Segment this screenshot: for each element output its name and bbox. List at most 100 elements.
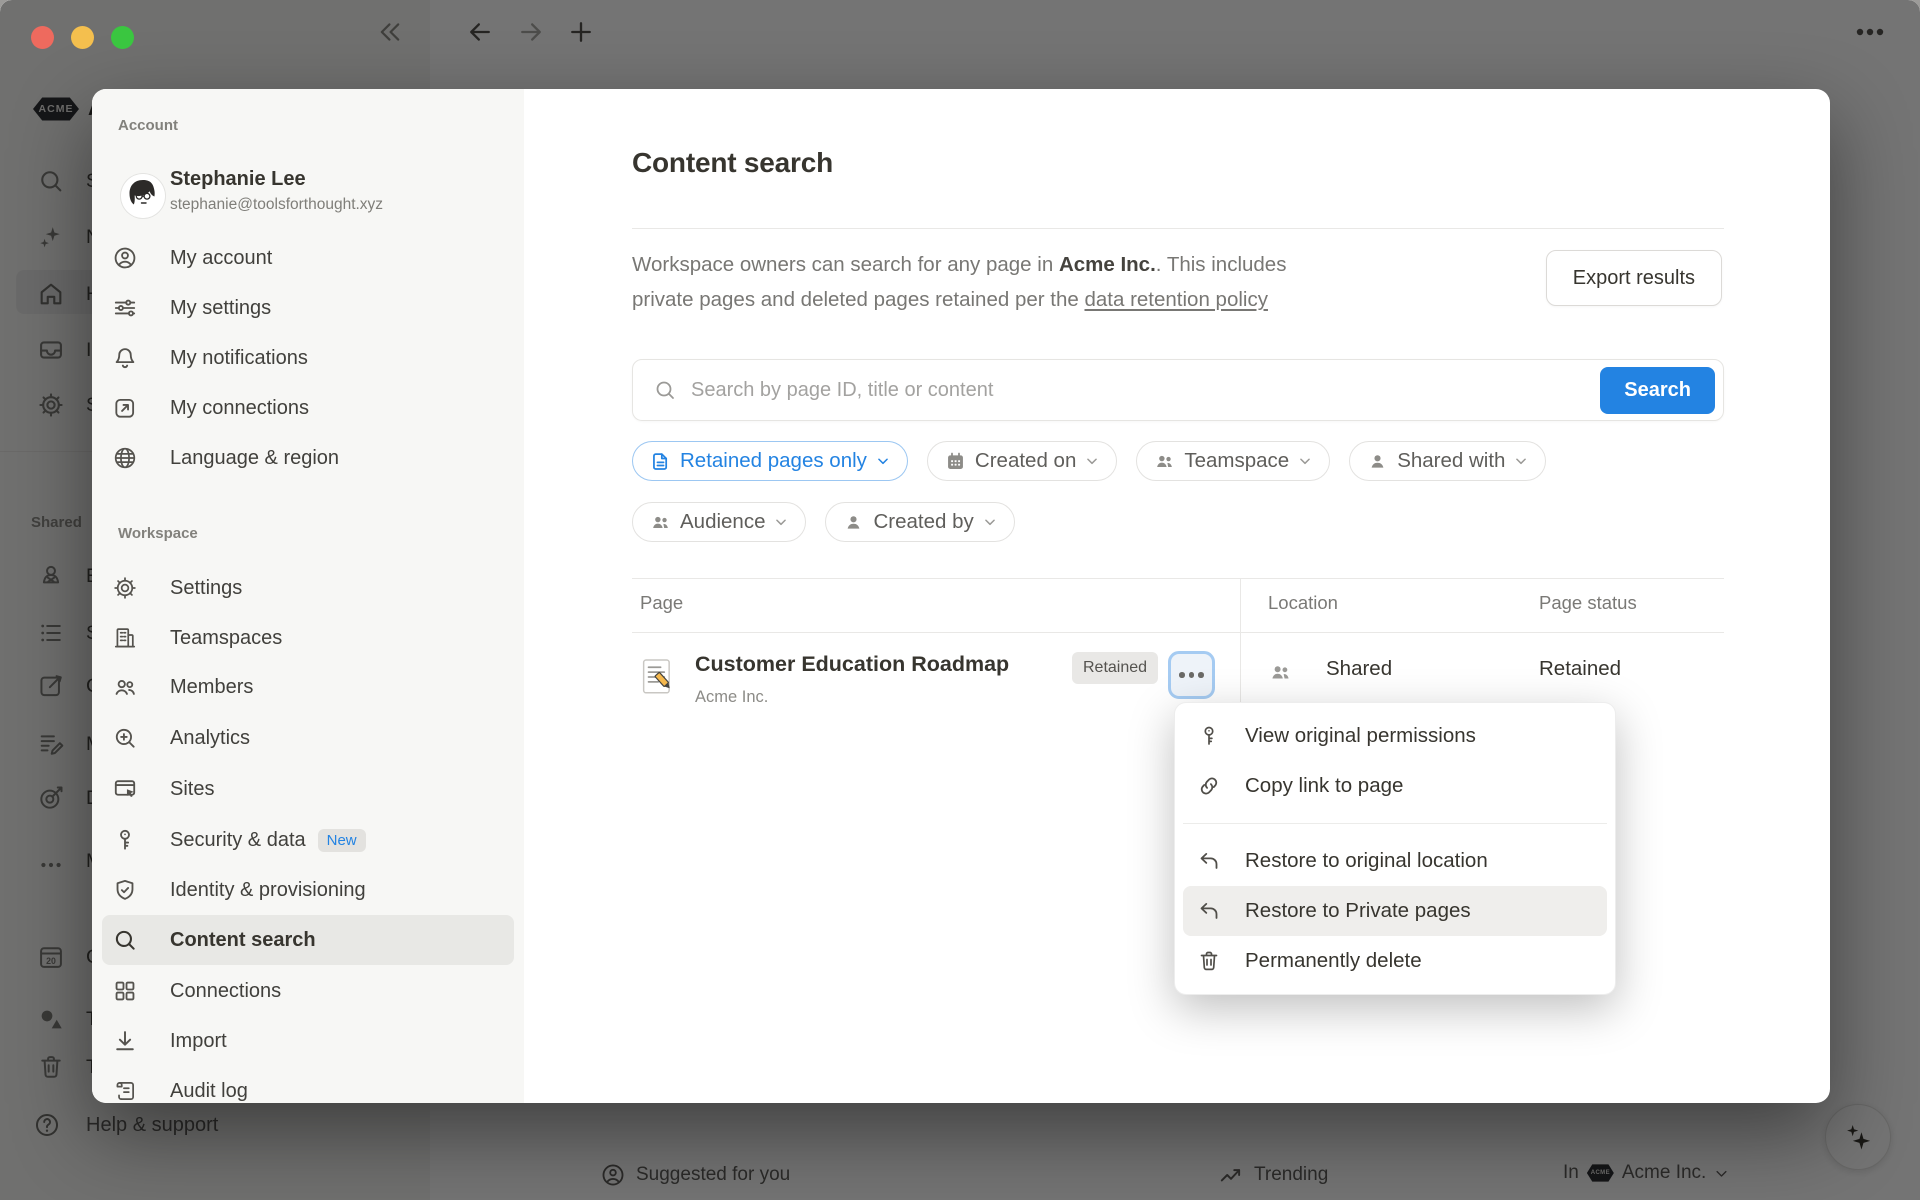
browser-cursor-icon [112, 776, 138, 802]
sidebar-item-label: Audit log [170, 1080, 248, 1103]
data-retention-policy-link[interactable]: data retention policy [1084, 288, 1267, 311]
sidebar-item-identity-provisioning[interactable]: Identity & provisioning [102, 865, 514, 915]
menu-divider [1183, 823, 1607, 824]
filter-label: Retained pages only [680, 449, 867, 473]
sidebar-item-my-connections[interactable]: My connections [102, 383, 514, 433]
sidebar-item-label: Settings [170, 577, 242, 600]
minimize-button[interactable] [71, 26, 94, 49]
sidebar-item-teamspaces[interactable]: Teamspaces [102, 613, 514, 663]
memo-page-icon [640, 658, 674, 696]
chevron-down-icon [1085, 454, 1099, 468]
search-icon [653, 378, 677, 402]
search-bar: Search [632, 359, 1724, 421]
filter-shared-with[interactable]: Shared with [1349, 441, 1546, 481]
page-row-title[interactable]: Customer Education Roadmap [695, 652, 1009, 677]
sidebar-item-content-search[interactable]: Content search [102, 915, 514, 965]
sidebar-item-label: My connections [170, 397, 309, 420]
filter-label: Audience [680, 510, 765, 534]
document-icon [650, 451, 671, 472]
chevron-down-icon [1514, 454, 1528, 468]
sidebar-item-label: Connections [170, 980, 281, 1003]
person-icon [843, 512, 864, 533]
menu-item-restore-original-location[interactable]: Restore to original location [1183, 836, 1607, 886]
people-icon [650, 512, 671, 533]
menu-item-view-original-permissions[interactable]: View original permissions [1183, 711, 1607, 761]
menu-item-restore-private-pages[interactable]: Restore to Private pages [1183, 886, 1607, 936]
menu-item-label: View original permissions [1245, 724, 1476, 748]
sidebar-item-label: Security & data [170, 829, 306, 852]
chevron-down-icon [876, 454, 890, 468]
people-icon [1154, 451, 1175, 472]
sidebar-item-label: Identity & provisioning [170, 879, 366, 902]
settings-sidebar: Account Stephanie Lee stephanie@toolsfor… [92, 89, 524, 1103]
row-page-status: Retained [1539, 657, 1621, 681]
download-arrow-icon [112, 1028, 138, 1054]
search-button[interactable]: Search [1600, 367, 1715, 414]
sidebar-item-label: My notifications [170, 347, 308, 370]
screen: ACME A S N H I S Shared E [0, 0, 1920, 1200]
person-icon [1367, 451, 1388, 472]
magnifier-plus-icon [112, 725, 138, 751]
search-input[interactable] [691, 379, 1600, 402]
shield-check-icon [112, 877, 138, 903]
filter-teamspace[interactable]: Teamspace [1136, 441, 1330, 481]
filter-retained-pages-only[interactable]: Retained pages only [632, 441, 908, 481]
zoom-button[interactable] [111, 26, 134, 49]
chevron-down-icon [983, 515, 997, 529]
sidebar-item-label: Import [170, 1030, 227, 1053]
column-header-page-status: Page status [1539, 592, 1637, 614]
external-link-icon [112, 395, 138, 421]
settings-modal: Account Stephanie Lee stephanie@toolsfor… [92, 89, 1830, 1103]
key-icon [112, 827, 138, 853]
sidebar-item-analytics[interactable]: Analytics [102, 713, 514, 763]
filter-label: Created by [873, 510, 973, 534]
app-window: ACME A S N H I S Shared E [0, 0, 1920, 1200]
table-top-border [632, 578, 1724, 579]
menu-item-label: Copy link to page [1245, 774, 1403, 798]
sidebar-item-connections[interactable]: Connections [102, 966, 514, 1016]
chevron-down-icon [774, 515, 788, 529]
filter-row-2: Audience Created by [632, 502, 1015, 542]
link-icon [1197, 774, 1221, 798]
menu-item-label: Permanently delete [1245, 949, 1422, 973]
search-icon [112, 927, 138, 953]
sidebar-item-my-account[interactable]: My account [102, 233, 514, 283]
bell-icon [112, 345, 138, 371]
sidebar-item-label: My account [170, 247, 272, 270]
sidebar-item-label: Content search [170, 929, 316, 952]
new-badge: New [318, 829, 366, 852]
menu-item-copy-link[interactable]: Copy link to page [1183, 761, 1607, 811]
people-icon [112, 674, 138, 700]
page-title: Content search [632, 147, 833, 179]
sliders-icon [112, 295, 138, 321]
sidebar-item-my-notifications[interactable]: My notifications [102, 333, 514, 383]
filter-label: Shared with [1397, 449, 1505, 473]
sidebar-item-my-settings[interactable]: My settings [102, 283, 514, 333]
avatar[interactable] [121, 174, 165, 218]
building-icon [112, 625, 138, 651]
export-results-button[interactable]: Export results [1546, 250, 1722, 306]
sidebar-item-audit-log[interactable]: Audit log [102, 1066, 514, 1103]
filter-created-by[interactable]: Created by [825, 502, 1014, 542]
page-row-workspace: Acme Inc. [695, 688, 768, 707]
close-button[interactable] [31, 26, 54, 49]
sidebar-item-members[interactable]: Members [102, 662, 514, 712]
description-text: . This includes [1156, 253, 1287, 276]
menu-item-permanently-delete[interactable]: Permanently delete [1183, 936, 1607, 986]
person-circle-icon [112, 245, 138, 271]
filter-audience[interactable]: Audience [632, 502, 806, 542]
description: Workspace owners can search for any page… [632, 247, 1492, 317]
sidebar-item-label: My settings [170, 297, 271, 320]
sidebar-item-security-data[interactable]: Security & data New [102, 815, 514, 865]
filter-created-on[interactable]: Created on [927, 441, 1117, 481]
user-email: stephanie@toolsforthought.xyz [170, 196, 383, 214]
sidebar-item-language-region[interactable]: Language & region [102, 433, 514, 483]
menu-item-label: Restore to original location [1245, 849, 1488, 873]
trash-icon [1197, 949, 1221, 973]
row-more-button[interactable] [1168, 651, 1215, 699]
sidebar-item-import[interactable]: Import [102, 1016, 514, 1066]
column-header-page: Page [640, 592, 683, 614]
scroll-icon [112, 1078, 138, 1103]
sidebar-item-settings[interactable]: Settings [102, 563, 514, 613]
sidebar-item-sites[interactable]: Sites [102, 764, 514, 814]
